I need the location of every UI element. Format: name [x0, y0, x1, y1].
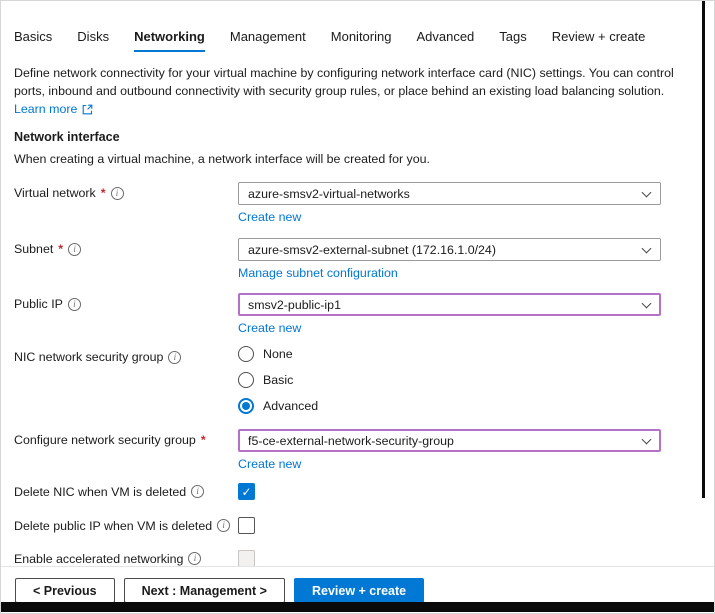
- learn-more-link[interactable]: Learn more: [14, 102, 93, 116]
- nic-nsg-option-advanced-label: Advanced: [263, 399, 318, 413]
- public-ip-dropdown[interactable]: smsv2-public-ip1: [238, 293, 661, 316]
- window-bottom-edge: [1, 602, 714, 612]
- public-ip-value: smsv2-public-ip1: [248, 298, 341, 312]
- virtual-network-label: Virtual network: [14, 186, 96, 200]
- wizard-footer: < Previous Next : Management > Review + …: [15, 578, 424, 603]
- radio-unselected-icon: [238, 372, 254, 388]
- configure-nsg-dropdown[interactable]: f5-ce-external-network-security-group: [238, 429, 661, 452]
- tab-basics[interactable]: Basics: [14, 29, 52, 52]
- info-icon[interactable]: i: [111, 187, 124, 200]
- virtual-network-dropdown[interactable]: azure-smsv2-virtual-networks: [238, 182, 661, 205]
- required-marker: *: [101, 186, 106, 200]
- field-row-delete-public-ip: Delete public IP when VM is deleted i: [14, 517, 701, 534]
- tab-tags[interactable]: Tags: [499, 29, 526, 52]
- manage-subnet-configuration-link[interactable]: Manage subnet configuration: [238, 266, 398, 280]
- chevron-down-icon: [642, 298, 652, 308]
- section-heading-network-interface: Network interface: [14, 130, 701, 144]
- subnet-dropdown[interactable]: azure-smsv2-external-subnet (172.16.1.0/…: [238, 238, 661, 261]
- field-row-virtual-network: Virtual network * i azure-smsv2-virtual-…: [14, 182, 701, 226]
- accelerated-networking-checkbox: [238, 550, 255, 567]
- required-marker: *: [201, 433, 206, 447]
- chevron-down-icon: [642, 243, 652, 253]
- field-row-configure-nsg: Configure network security group * f5-ce…: [14, 429, 701, 473]
- virtual-network-label-group: Virtual network * i: [14, 182, 238, 200]
- check-icon: ✓: [241, 486, 251, 498]
- wizard-tabs: Basics Disks Networking Management Monit…: [14, 1, 701, 52]
- delete-nic-label: Delete NIC when VM is deleted: [14, 485, 186, 499]
- info-icon[interactable]: i: [168, 351, 181, 364]
- vm-create-networking-panel: Basics Disks Networking Management Monit…: [0, 0, 715, 614]
- public-ip-label: Public IP: [14, 297, 63, 311]
- chevron-down-icon: [642, 187, 652, 197]
- configure-nsg-label-group: Configure network security group *: [14, 429, 238, 447]
- field-row-accelerated-networking: Enable accelerated networking i: [14, 550, 701, 567]
- virtual-network-value: azure-smsv2-virtual-networks: [248, 187, 410, 201]
- configure-nsg-value: f5-ce-external-network-security-group: [248, 434, 454, 448]
- subnet-label: Subnet: [14, 242, 53, 256]
- nic-nsg-option-advanced[interactable]: Advanced: [238, 398, 701, 414]
- tab-review-create[interactable]: Review + create: [552, 29, 646, 52]
- required-marker: *: [58, 242, 63, 256]
- tab-management[interactable]: Management: [230, 29, 306, 52]
- info-icon[interactable]: i: [191, 485, 204, 498]
- configure-nsg-label: Configure network security group: [14, 433, 196, 447]
- networking-description: Define network connectivity for your vir…: [14, 64, 678, 100]
- tab-networking[interactable]: Networking: [134, 29, 205, 52]
- nic-nsg-option-none-label: None: [263, 347, 293, 361]
- subnet-value: azure-smsv2-external-subnet (172.16.1.0/…: [248, 243, 496, 257]
- tab-disks[interactable]: Disks: [77, 29, 109, 52]
- tab-advanced[interactable]: Advanced: [416, 29, 474, 52]
- info-icon[interactable]: i: [68, 298, 81, 311]
- configure-nsg-create-new-link[interactable]: Create new: [238, 457, 301, 471]
- previous-button[interactable]: < Previous: [15, 578, 115, 603]
- virtual-network-create-new-link[interactable]: Create new: [238, 210, 301, 224]
- public-ip-create-new-link[interactable]: Create new: [238, 321, 301, 335]
- nic-nsg-option-none[interactable]: None: [238, 346, 701, 362]
- accelerated-networking-label-group: Enable accelerated networking i: [14, 552, 238, 566]
- learn-more-label: Learn more: [14, 102, 77, 116]
- field-row-subnet: Subnet * i azure-smsv2-external-subnet (…: [14, 238, 701, 282]
- window-right-edge: [702, 1, 705, 498]
- delete-public-ip-label: Delete public IP when VM is deleted: [14, 519, 212, 533]
- nic-nsg-option-basic-label: Basic: [263, 373, 293, 387]
- radio-selected-icon: [238, 398, 254, 414]
- delete-nic-checkbox[interactable]: ✓: [238, 483, 255, 500]
- nic-nsg-label-group: NIC network security group i: [14, 346, 238, 364]
- field-row-public-ip: Public IP i smsv2-public-ip1 Create new: [14, 293, 701, 337]
- nic-nsg-option-basic[interactable]: Basic: [238, 372, 701, 388]
- delete-public-ip-label-group: Delete public IP when VM is deleted i: [14, 519, 238, 533]
- nic-nsg-label: NIC network security group: [14, 350, 163, 364]
- field-row-delete-nic: Delete NIC when VM is deleted i ✓: [14, 483, 701, 500]
- external-link-icon: [82, 104, 93, 115]
- chevron-down-icon: [642, 434, 652, 444]
- footer-divider: [1, 566, 714, 567]
- section-subtext: When creating a virtual machine, a netwo…: [14, 152, 701, 166]
- public-ip-label-group: Public IP i: [14, 293, 238, 311]
- subnet-label-group: Subnet * i: [14, 238, 238, 256]
- nic-nsg-radio-group: None Basic Advanced: [238, 346, 701, 424]
- radio-unselected-icon: [238, 346, 254, 362]
- info-icon[interactable]: i: [188, 552, 201, 565]
- delete-nic-label-group: Delete NIC when VM is deleted i: [14, 485, 238, 499]
- info-icon[interactable]: i: [217, 519, 230, 532]
- info-icon[interactable]: i: [68, 243, 81, 256]
- field-row-nic-nsg: NIC network security group i None Basic …: [14, 346, 701, 424]
- tab-monitoring[interactable]: Monitoring: [331, 29, 392, 52]
- next-management-button[interactable]: Next : Management >: [124, 578, 285, 603]
- accelerated-networking-label: Enable accelerated networking: [14, 552, 183, 566]
- review-create-button[interactable]: Review + create: [294, 578, 424, 603]
- delete-public-ip-checkbox[interactable]: [238, 517, 255, 534]
